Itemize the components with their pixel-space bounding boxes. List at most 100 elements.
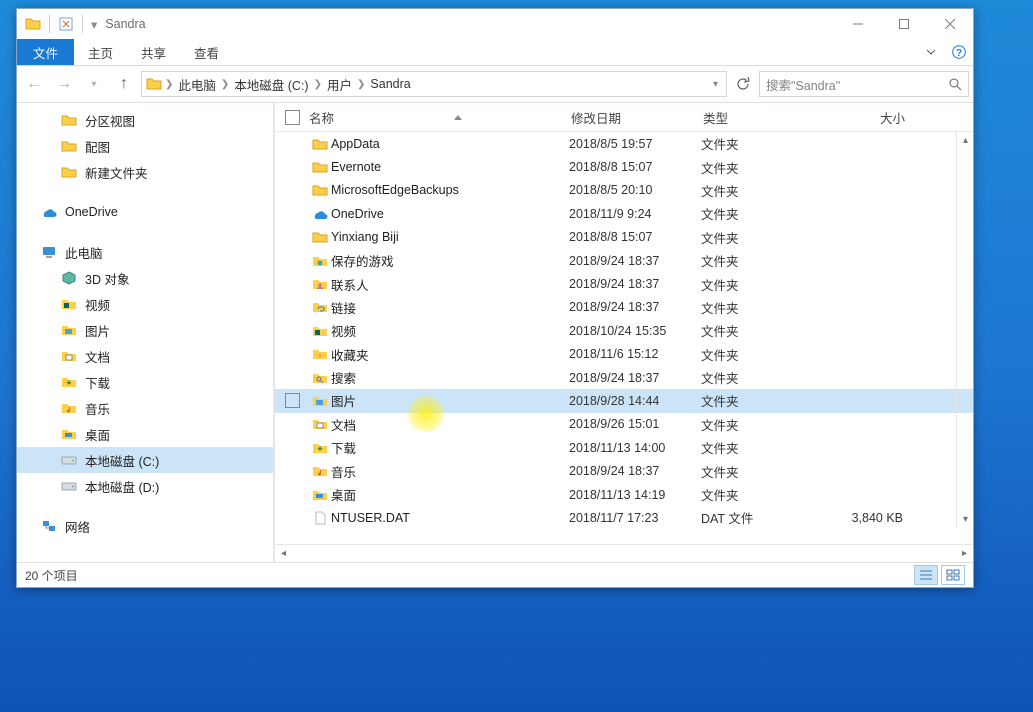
refresh-button[interactable]	[731, 72, 755, 96]
search-input[interactable]: 搜索"Sandra"	[759, 71, 969, 97]
video-icon	[61, 296, 77, 312]
select-all-checkbox[interactable]	[285, 110, 300, 125]
properties-icon[interactable]	[58, 16, 74, 32]
tree-quick-item[interactable]: 分区视图	[17, 107, 273, 133]
chevron-right-icon[interactable]: ❯	[311, 79, 325, 90]
column-type[interactable]: 类型	[703, 108, 825, 127]
nav-back-button[interactable]: ←	[21, 71, 47, 97]
tree-item-label: 配图	[85, 137, 110, 156]
file-row[interactable]: 保存的游戏2018/9/24 18:37文件夹	[275, 249, 973, 272]
file-row[interactable]: MicrosoftEdgeBackups2018/8/5 20:10文件夹	[275, 179, 973, 202]
file-row[interactable]: 联系人2018/9/24 18:37文件夹	[275, 272, 973, 295]
tree-item-label: 此电脑	[65, 243, 103, 262]
icons-view-button[interactable]	[941, 565, 965, 585]
ribbon-expand-icon[interactable]	[917, 39, 945, 65]
file-date: 2018/9/24 18:37	[569, 371, 701, 385]
minimize-button[interactable]	[835, 9, 881, 39]
tab-file[interactable]: 文件	[17, 39, 74, 65]
tree-thispc-child[interactable]: 文档	[17, 343, 273, 369]
scroll-up-icon[interactable]: ▴	[957, 132, 973, 149]
file-row[interactable]: 收藏夹2018/11/6 15:12文件夹	[275, 343, 973, 366]
file-row[interactable]: Evernote2018/8/8 15:07文件夹	[275, 155, 973, 178]
favorites-icon	[309, 346, 331, 362]
crumb[interactable]: 用户	[325, 75, 354, 94]
tree-thispc-child[interactable]: 视频	[17, 291, 273, 317]
tab-home[interactable]: 主页	[74, 39, 127, 65]
file-type: 文件夹	[701, 415, 823, 434]
svg-text:?: ?	[956, 48, 962, 59]
help-icon[interactable]: ?	[945, 39, 973, 65]
tree-quick-item[interactable]: 新建文件夹	[17, 159, 273, 185]
tab-share[interactable]: 共享	[127, 39, 180, 65]
file-row[interactable]: 搜索2018/9/24 18:37文件夹	[275, 366, 973, 389]
file-row[interactable]: 下载2018/11/13 14:00文件夹	[275, 436, 973, 459]
file-type: 文件夹	[701, 485, 823, 504]
crumb[interactable]: 本地磁盘 (C:)	[232, 75, 310, 94]
scroll-down-icon[interactable]: ▾	[957, 511, 973, 528]
folder-icon	[309, 182, 331, 198]
tree-quick-item[interactable]: 配图	[17, 133, 273, 159]
file-row[interactable]: 桌面2018/11/13 14:19文件夹	[275, 483, 973, 506]
crumb[interactable]: Sandra	[368, 77, 412, 91]
folder-icon	[25, 16, 41, 32]
scroll-right-icon[interactable]: ▸	[956, 545, 973, 562]
file-row[interactable]: AppData2018/8/5 19:57文件夹	[275, 132, 973, 155]
file-type: 文件夹	[701, 345, 823, 364]
chevron-right-icon[interactable]: ❯	[162, 79, 176, 90]
file-name: AppData	[331, 137, 569, 151]
file-row[interactable]: NTUSER.DAT2018/11/7 17:23DAT 文件3,840 KB	[275, 506, 973, 529]
close-button[interactable]	[927, 9, 973, 39]
chevron-right-icon[interactable]: ❯	[354, 79, 368, 90]
search-icon[interactable]	[949, 78, 962, 91]
vertical-scrollbar[interactable]: ▴ ▾	[956, 132, 973, 528]
file-name: 下载	[331, 438, 569, 457]
breadcrumb[interactable]: ❯ 此电脑 ❯ 本地磁盘 (C:) ❯ 用户 ❯ Sandra ▾	[141, 71, 727, 97]
desktop-icon	[61, 426, 77, 442]
tree-onedrive[interactable]: OneDrive	[17, 199, 273, 225]
file-row[interactable]: 图片2018/9/28 14:44文件夹	[275, 389, 973, 412]
nav-tree[interactable]: 分区视图配图新建文件夹OneDrive此电脑3D 对象视频图片文档下载音乐桌面本…	[17, 103, 274, 562]
tree-network[interactable]: 网络	[17, 513, 273, 539]
tree-thispc-child[interactable]: 音乐	[17, 395, 273, 421]
tree-thispc-child[interactable]: 桌面	[17, 421, 273, 447]
file-row[interactable]: 文档2018/9/26 15:01文件夹	[275, 413, 973, 436]
tree-thispc[interactable]: 此电脑	[17, 239, 273, 265]
scroll-left-icon[interactable]: ◂	[275, 545, 292, 562]
file-row[interactable]: Yinxiang Biji2018/8/8 15:07文件夹	[275, 226, 973, 249]
music-icon	[309, 463, 331, 479]
tab-view[interactable]: 查看	[180, 39, 233, 65]
column-size[interactable]: 大小	[825, 108, 921, 127]
file-row[interactable]: 视频2018/10/24 15:35文件夹	[275, 319, 973, 342]
crumb[interactable]: 此电脑	[176, 75, 218, 94]
file-name: 文档	[331, 415, 569, 434]
window-controls	[835, 9, 973, 39]
tree-item-label: OneDrive	[65, 205, 118, 219]
chevron-right-icon[interactable]: ❯	[218, 79, 232, 90]
tree-thispc-child[interactable]: 本地磁盘 (C:)	[17, 447, 273, 473]
nav-forward-button[interactable]: →	[51, 71, 77, 97]
tree-item-label: 图片	[85, 321, 110, 340]
file-row[interactable]: OneDrive2018/11/9 9:24文件夹	[275, 202, 973, 225]
file-row[interactable]: 链接2018/9/24 18:37文件夹	[275, 296, 973, 319]
horizontal-scrollbar[interactable]: ◂ ▸	[275, 544, 973, 562]
row-checkbox[interactable]	[285, 393, 300, 408]
tree-thispc-child[interactable]: 图片	[17, 317, 273, 343]
file-type: 文件夹	[701, 204, 823, 223]
details-view-button[interactable]	[914, 565, 938, 585]
address-dropdown-icon[interactable]: ▾	[709, 79, 722, 90]
tree-thispc-child[interactable]: 3D 对象	[17, 265, 273, 291]
onedrive-icon	[309, 206, 331, 222]
tree-item-label: 网络	[65, 517, 90, 536]
qat-dropdown-icon[interactable]: ▾	[91, 17, 97, 32]
file-row[interactable]: 音乐2018/9/24 18:37文件夹	[275, 459, 973, 482]
nav-recent-icon[interactable]: ▾	[81, 71, 107, 97]
tree-thispc-child[interactable]: 本地磁盘 (D:)	[17, 473, 273, 499]
links-icon	[309, 299, 331, 315]
tree-thispc-child[interactable]: 下载	[17, 369, 273, 395]
maximize-button[interactable]	[881, 9, 927, 39]
pictures-icon	[61, 322, 77, 338]
column-modified[interactable]: 修改日期	[571, 108, 703, 127]
file-type: 文件夹	[701, 181, 823, 200]
nav-up-button[interactable]: ↑	[111, 71, 137, 97]
column-name[interactable]: 名称	[309, 108, 571, 127]
